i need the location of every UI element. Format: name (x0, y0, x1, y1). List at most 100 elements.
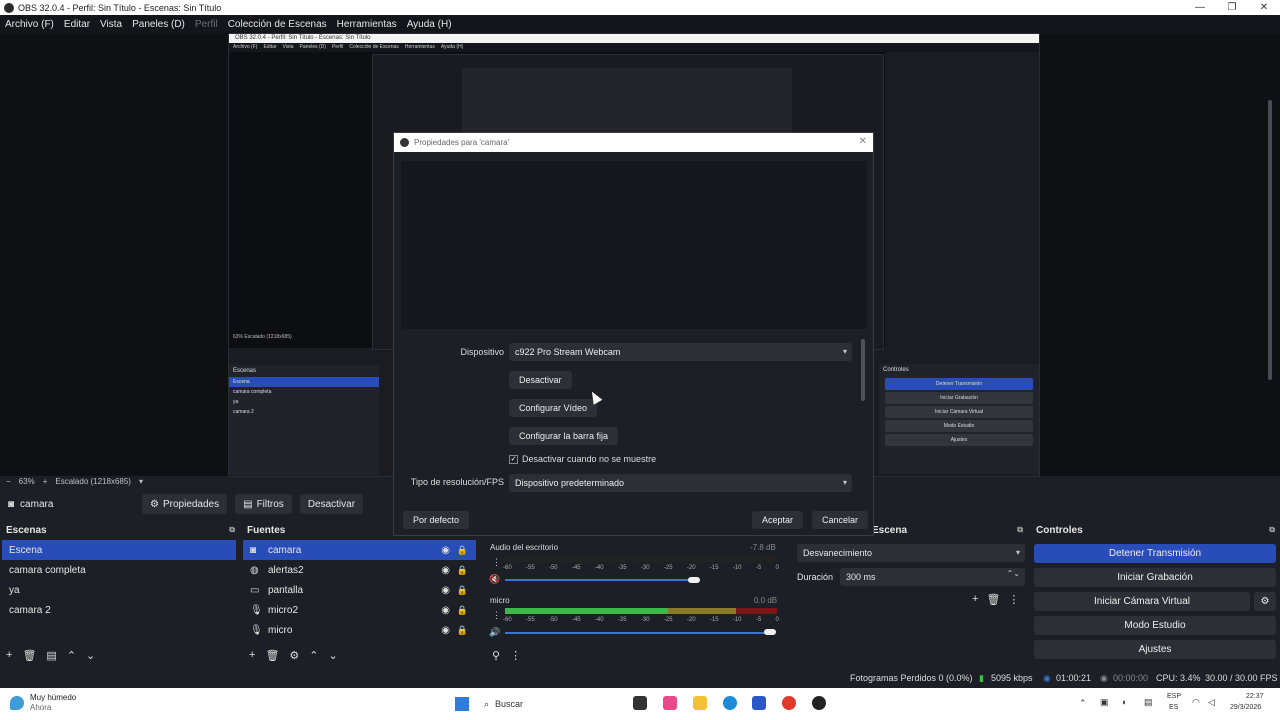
menu-help[interactable]: Ayuda (H) (407, 19, 452, 30)
deactivate-when-hidden-checkbox[interactable]: ✓ Desactivar cuando no se muestre (509, 454, 656, 464)
add-icon[interactable]: + (6, 649, 12, 661)
edge-icon[interactable] (723, 696, 737, 710)
preview-scrollbar[interactable] (1268, 100, 1272, 380)
volume-slider-knob[interactable] (688, 577, 700, 583)
add-icon[interactable]: + (972, 593, 978, 605)
tray-app-icon[interactable]: ▤ (1144, 697, 1153, 708)
spin-arrows-icon[interactable]: ⌃⌄ (1007, 569, 1020, 578)
undock-icon[interactable]: ⧉ (1017, 525, 1023, 535)
deactivate-button[interactable]: Desactivar (299, 494, 364, 514)
volume-slider-knob[interactable] (764, 629, 776, 635)
filters-button[interactable]: ▤ Filtros (235, 494, 292, 514)
up-icon[interactable]: ⌃ (309, 649, 318, 662)
lock-icon[interactable]: 🔒 (457, 585, 468, 596)
lock-icon[interactable]: 🔒 (457, 605, 468, 616)
transition-select[interactable]: Desvanecimiento ▾ (797, 544, 1025, 562)
menu-edit[interactable]: Editar (64, 19, 90, 30)
menu-tools[interactable]: Herramientas (337, 19, 397, 30)
clock-date[interactable]: 29/3/2026 (1230, 704, 1261, 711)
source-item[interactable]: ▭ pantalla ◉ 🔒 (243, 580, 476, 600)
eye-icon[interactable]: ◉ (441, 585, 450, 596)
cancel-button[interactable]: Cancelar (812, 511, 869, 529)
zoom-out-button[interactable]: − (6, 477, 11, 486)
scene-item[interactable]: camara completa (2, 560, 236, 580)
resolution-type-select[interactable]: Dispositivo predeterminado ▾ (509, 474, 852, 492)
lock-icon[interactable]: 🔒 (457, 625, 468, 636)
chrome-icon[interactable] (782, 696, 796, 710)
more-icon[interactable]: ⋮ (510, 649, 521, 662)
volume-icon[interactable]: ◁ (1208, 697, 1215, 708)
more-icon[interactable]: ⋮ (492, 610, 501, 621)
link-icon[interactable]: ⚲ (492, 649, 500, 662)
chevron-down-icon[interactable]: ▾ (139, 477, 143, 486)
volume-slider-track[interactable] (505, 579, 695, 581)
configure-crossbar-button[interactable]: Configurar la barra fija (509, 427, 619, 445)
speaker-icon[interactable]: 🔊 (489, 627, 500, 638)
tray-app-icon[interactable]: ◐ (1122, 697, 1127, 707)
copilot-icon[interactable] (663, 696, 677, 710)
source-item[interactable]: 🎙 micro ◉ 🔒 (243, 620, 476, 640)
language-line1[interactable]: ESP (1167, 693, 1181, 700)
file-explorer-icon[interactable] (693, 696, 707, 710)
language-line2[interactable]: ES (1169, 704, 1178, 711)
stop-stream-button[interactable]: Detener Transmisión (1034, 544, 1276, 563)
clock-time[interactable]: 22:37 (1246, 693, 1264, 700)
close-button[interactable]: ✕ (1248, 0, 1280, 15)
menu-view[interactable]: Vista (100, 19, 122, 30)
settings-button[interactable]: Ajustes (1034, 640, 1276, 659)
windows-start-icon[interactable] (455, 697, 469, 711)
defaults-button[interactable]: Por defecto (403, 511, 470, 529)
trash-icon[interactable]: 🗑 (22, 649, 36, 662)
scene-item[interactable]: ya (2, 580, 236, 600)
menu-profile[interactable]: Perfil (195, 19, 218, 30)
trash-icon[interactable]: 🗑 (265, 649, 279, 662)
eye-icon[interactable]: ◉ (441, 565, 450, 576)
down-icon[interactable]: ⌄ (329, 649, 338, 662)
minimize-button[interactable]: — (1184, 0, 1216, 15)
gear-icon[interactable]: ⚙ (289, 649, 299, 662)
menu-file[interactable]: Archivo (F) (5, 19, 54, 30)
wifi-icon[interactable]: ◠ (1192, 697, 1200, 708)
source-item[interactable]: ◙ camara ◉ 🔒 (243, 540, 476, 560)
dialog-scrollbar[interactable] (861, 339, 865, 401)
eye-icon[interactable]: ◉ (441, 545, 450, 556)
deactivate-device-button[interactable]: Desactivar (509, 371, 572, 389)
undock-icon[interactable]: ⧉ (229, 525, 235, 535)
up-icon[interactable]: ⌃ (67, 649, 76, 662)
weather-widget[interactable]: Muy húmedo Ahora (10, 693, 76, 713)
task-view-icon[interactable] (633, 696, 647, 710)
chevron-up-icon[interactable]: ⌃ (1079, 698, 1087, 709)
start-recording-button[interactable]: Iniciar Grabación (1034, 568, 1276, 587)
source-item[interactable]: ◍ alertas2 ◉ 🔒 (243, 560, 476, 580)
muted-speaker-icon[interactable]: 🔇 (489, 574, 500, 585)
duration-spinbox[interactable]: 300 ms ⌃⌄ (840, 568, 1025, 586)
source-item[interactable]: 🎙 micro2 ◉ 🔒 (243, 600, 476, 620)
eye-icon[interactable]: ◉ (441, 625, 450, 636)
taskbar-search[interactable]: ⌕ Buscar (484, 695, 620, 713)
eye-icon[interactable]: ◉ (441, 605, 450, 616)
scene-item[interactable]: Escena (2, 540, 236, 560)
filter-icon[interactable]: ▤ (46, 649, 56, 662)
tray-app-icon[interactable]: ▣ (1100, 697, 1109, 708)
more-icon[interactable]: ⋮ (1008, 593, 1019, 606)
undock-icon[interactable]: ⧉ (1269, 525, 1275, 535)
gear-icon[interactable]: ⚙ (1254, 592, 1276, 611)
down-icon[interactable]: ⌄ (86, 649, 95, 662)
lock-icon[interactable]: 🔒 (457, 545, 468, 556)
maximize-button[interactable]: ❐ (1216, 0, 1248, 15)
properties-button[interactable]: ⚙ Propiedades (142, 494, 228, 514)
ok-button[interactable]: Aceptar (752, 511, 804, 529)
add-icon[interactable]: + (249, 649, 255, 661)
start-virtualcam-button[interactable]: Iniciar Cámara Virtual (1034, 592, 1250, 611)
more-icon[interactable]: ⋮ (492, 557, 501, 568)
device-select[interactable]: c922 Pro Stream Webcam ▾ (509, 343, 852, 361)
scene-item[interactable]: camara 2 (2, 600, 236, 620)
store-icon[interactable] (752, 696, 766, 710)
close-icon[interactable]: ✕ (859, 136, 867, 147)
menu-docks[interactable]: Paneles (D) (132, 19, 185, 30)
menu-scene-collection[interactable]: Colección de Escenas (228, 19, 327, 30)
configure-video-button[interactable]: Configurar Vídeo (509, 399, 598, 417)
studio-mode-button[interactable]: Modo Estudio (1034, 616, 1276, 635)
volume-slider-track[interactable] (505, 632, 771, 634)
obs-taskbar-icon[interactable] (812, 696, 826, 710)
